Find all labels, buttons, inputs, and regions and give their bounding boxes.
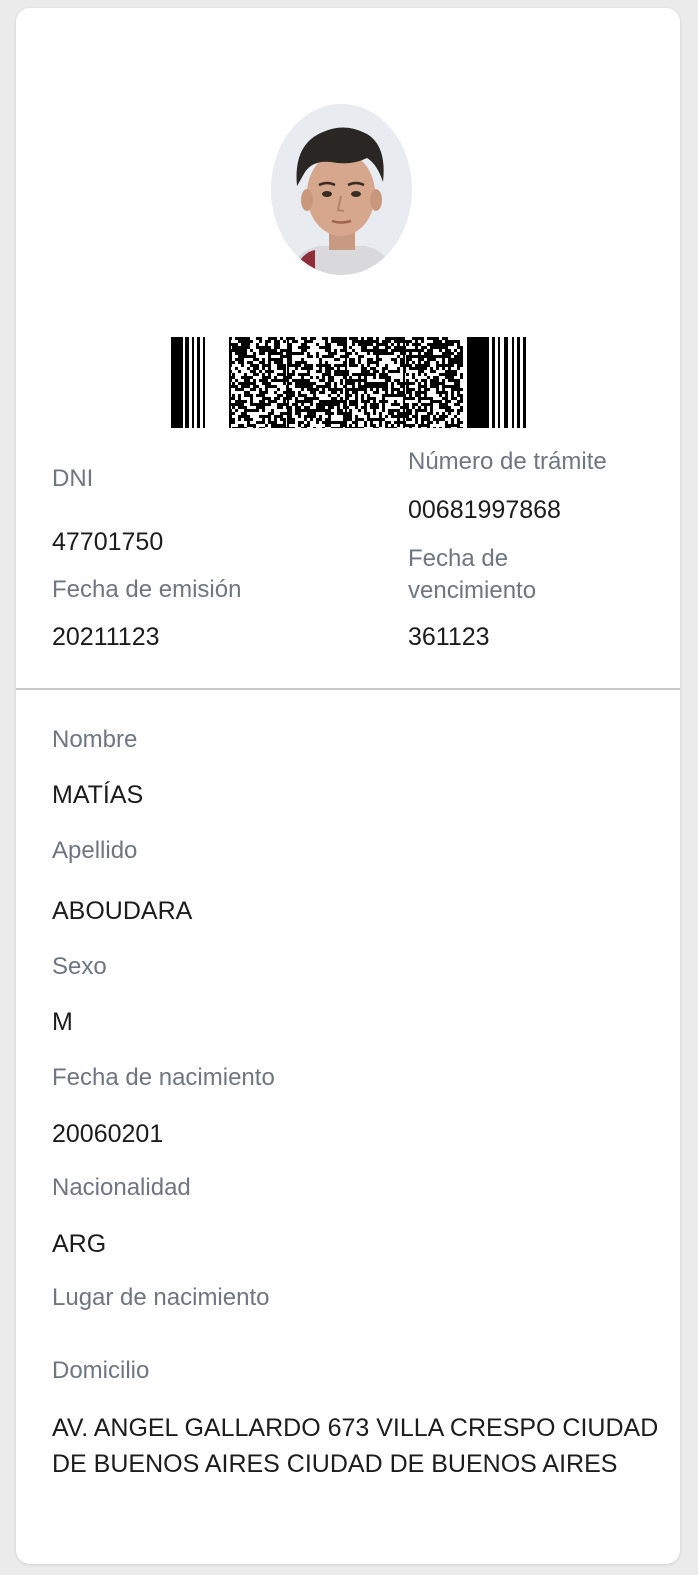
section-divider: [16, 688, 680, 690]
domicilio-value-line2: DE BUENOS AIRES CIUDAD DE BUENOS AIRES: [52, 1450, 618, 1478]
fecha-emision-value: 20211123: [52, 623, 160, 651]
nombre-label: Nombre: [52, 726, 138, 753]
fecha-vencimiento-value: 361123: [408, 623, 490, 651]
nacionalidad-label: Nacionalidad: [52, 1174, 191, 1201]
lugar-nacimiento-label: Lugar de nacimiento: [52, 1284, 270, 1311]
domicilio-value-line1: AV. ANGEL GALLARDO 673 VILLA CRESPO CIUD…: [52, 1414, 659, 1442]
sexo-label: Sexo: [52, 953, 107, 980]
fecha-vencimiento-label-line2: vencimiento: [408, 577, 537, 604]
dni-card: DNI 47701750 Fecha de emisión 20211123 N…: [16, 8, 680, 1564]
domicilio-label: Domicilio: [52, 1357, 150, 1384]
numero-tramite-label: Número de trámite: [408, 448, 607, 475]
numero-tramite-value: 00681997868: [408, 496, 561, 524]
apellido-label: Apellido: [52, 837, 138, 864]
fecha-emision-label: Fecha de emisión: [52, 576, 242, 603]
profile-photo: [271, 104, 412, 275]
sexo-value: M: [52, 1008, 73, 1036]
nombre-value: MATÍAS: [52, 781, 144, 809]
fecha-vencimiento-label-line1: Fecha de: [408, 545, 509, 572]
dni-label: DNI: [52, 465, 94, 492]
person-silhouette-icon: [271, 104, 412, 275]
apellido-value: ABOUDARA: [52, 897, 193, 925]
fecha-nacimiento-label: Fecha de nacimiento: [52, 1064, 275, 1091]
fecha-nacimiento-value: 20060201: [52, 1120, 164, 1148]
dni-value: 47701750: [52, 528, 164, 556]
pdf417-barcode-icon: [171, 337, 526, 428]
nacionalidad-value: ARG: [52, 1230, 107, 1258]
